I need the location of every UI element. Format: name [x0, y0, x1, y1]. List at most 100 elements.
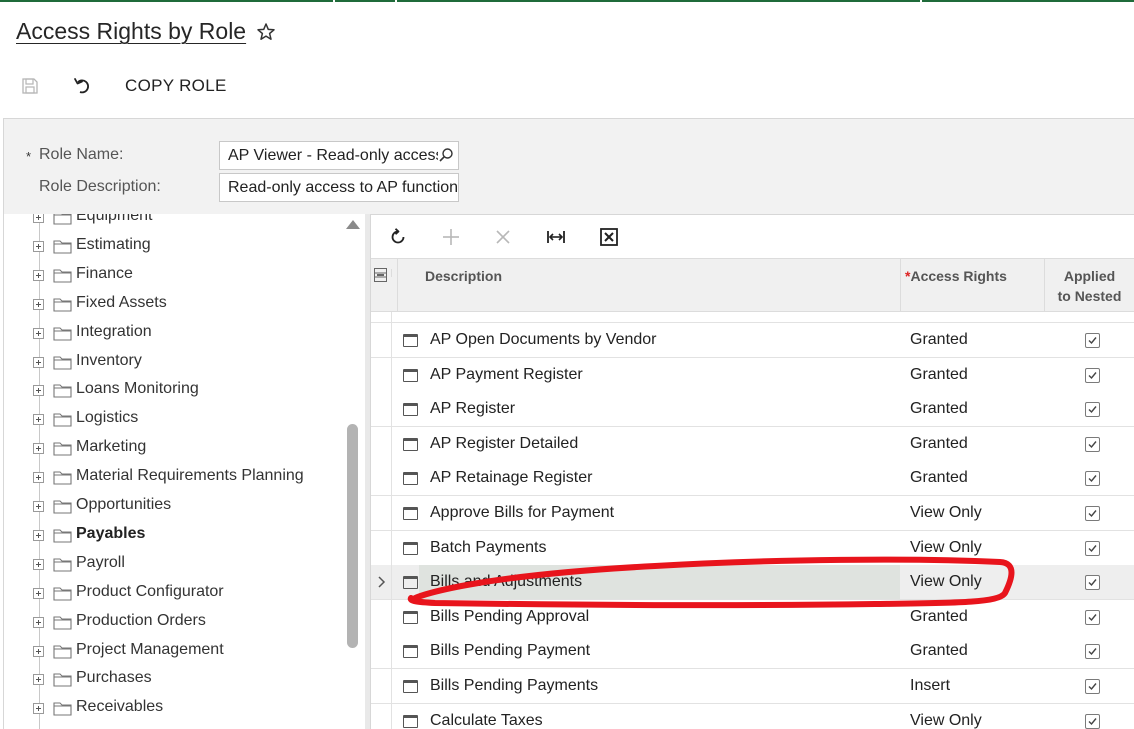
tree-item[interactable]: Project Management [4, 637, 344, 665]
star-icon[interactable] [256, 22, 276, 42]
tree-scrollbar-thumb[interactable] [347, 424, 358, 648]
description-cell[interactable]: Bills and Adjustments [419, 565, 900, 600]
expand-icon[interactable] [33, 472, 44, 484]
table-row[interactable]: AP Register Detailed Granted [371, 426, 1134, 462]
add-row-icon[interactable] [441, 227, 461, 247]
expand-icon[interactable] [33, 529, 44, 541]
access-rights-cell[interactable]: View Only [910, 573, 982, 591]
row-selector[interactable] [371, 565, 391, 599]
description-cell[interactable]: Calculate Taxes [419, 704, 900, 729]
applied-nested-checkbox[interactable] [1085, 609, 1100, 625]
expand-icon[interactable] [33, 240, 44, 252]
applied-nested-checkbox[interactable] [1085, 402, 1100, 418]
tree-item[interactable]: Finance [4, 261, 344, 289]
expand-icon[interactable] [33, 674, 44, 686]
access-rights-cell[interactable]: View Only [910, 504, 982, 522]
expand-icon[interactable] [33, 269, 44, 281]
tree-item[interactable]: Purchases [4, 665, 344, 693]
row-selector[interactable] [371, 704, 391, 729]
tree-item[interactable]: Marketing [4, 434, 344, 462]
expand-icon[interactable] [33, 298, 44, 310]
table-row[interactable]: Bills Pending Payment Granted [371, 634, 1134, 670]
description-cell[interactable]: Bills Pending Payment [419, 634, 900, 668]
table-row[interactable]: Approve Bills for Payment View Only [371, 496, 1134, 531]
expand-icon[interactable] [33, 327, 44, 339]
table-row[interactable]: Batch Payments View Only [371, 530, 1134, 566]
tree-item[interactable]: Production Orders [4, 608, 344, 636]
access-rights-cell[interactable]: Granted [910, 642, 968, 660]
access-rights-cell[interactable]: Granted [910, 331, 968, 349]
access-rights-cell[interactable]: Granted [910, 400, 968, 418]
table-row[interactable]: AP Register Granted [371, 392, 1134, 428]
save-icon[interactable] [20, 76, 40, 96]
scroll-up-arrow-icon[interactable] [346, 220, 360, 229]
description-cell[interactable]: AP Payment Register [419, 358, 900, 392]
access-rights-cell[interactable]: View Only [910, 712, 982, 729]
access-rights-cell[interactable]: Granted [910, 469, 968, 487]
expand-icon[interactable] [33, 703, 44, 715]
refresh-icon[interactable] [388, 227, 408, 247]
tree-item[interactable]: Payroll [4, 550, 344, 578]
table-row[interactable]: AP Open Documents by Vendor Granted [371, 323, 1134, 358]
description-cell[interactable]: Bills Pending Payments [419, 669, 900, 703]
tree-item[interactable]: Routes [4, 723, 344, 729]
applied-nested-checkbox[interactable] [1085, 436, 1100, 452]
tree-item[interactable]: Receivables [4, 694, 344, 722]
applied-nested-checkbox[interactable] [1085, 367, 1100, 383]
applied-nested-checkbox[interactable] [1085, 575, 1100, 591]
table-row[interactable]: Bills Pending Approval Granted [371, 599, 1134, 635]
table-row[interactable]: Bills Pending Payments Insert [371, 669, 1134, 704]
column-header-description[interactable]: Description [419, 259, 900, 313]
table-row[interactable]: AP Payment Register Granted [371, 357, 1134, 393]
description-cell[interactable]: Bills Pending Approval [419, 600, 900, 634]
column-header-applied-nested[interactable]: Applied to Nested [1044, 259, 1134, 313]
table-row[interactable]: AP Retainage Register Granted [371, 461, 1134, 497]
row-selector[interactable] [371, 358, 391, 392]
expand-icon[interactable] [33, 645, 44, 657]
description-cell[interactable]: AP Retainage Register [419, 461, 900, 495]
export-excel-icon[interactable] [599, 227, 619, 247]
tree-item[interactable]: Loans Monitoring [4, 376, 344, 404]
copy-role-button[interactable]: COPY ROLE [125, 76, 227, 96]
applied-nested-checkbox[interactable] [1085, 644, 1100, 660]
access-rights-cell[interactable]: Granted [910, 366, 968, 384]
applied-nested-checkbox[interactable] [1085, 471, 1100, 487]
tree-item[interactable]: Fixed Assets [4, 290, 344, 318]
tree-item[interactable]: Product Configurator [4, 579, 344, 607]
expand-icon[interactable] [33, 587, 44, 599]
row-selector[interactable] [371, 392, 391, 426]
tree-item[interactable]: Logistics [4, 405, 344, 433]
applied-nested-checkbox[interactable] [1085, 713, 1100, 729]
role-description-input[interactable]: Read-only access to AP functions [219, 173, 459, 202]
role-name-input[interactable]: AP Viewer - Read-only access [219, 141, 459, 170]
applied-nested-checkbox[interactable] [1085, 333, 1100, 348]
column-header-access-rights[interactable]: *Access Rights [905, 259, 1043, 313]
expand-icon[interactable] [33, 443, 44, 455]
row-selector[interactable] [371, 531, 391, 565]
undo-icon[interactable] [72, 76, 92, 96]
row-selector[interactable] [371, 496, 391, 530]
access-rights-cell[interactable]: Granted [910, 435, 968, 453]
tree-item[interactable]: Material Requirements Planning [4, 463, 344, 491]
expand-icon[interactable] [33, 385, 44, 397]
row-selector[interactable] [371, 634, 391, 668]
tree-item[interactable]: Equipment [4, 214, 344, 231]
table-row-partial[interactable] [371, 312, 1134, 323]
applied-nested-checkbox[interactable] [1085, 506, 1100, 521]
row-selector[interactable] [371, 669, 391, 703]
access-rights-cell[interactable]: Insert [910, 677, 950, 695]
tree-item[interactable]: Estimating [4, 232, 344, 260]
delete-row-icon[interactable] [493, 227, 513, 247]
description-cell[interactable]: AP Register [419, 392, 900, 426]
expand-icon[interactable] [33, 214, 44, 223]
row-selector[interactable] [371, 461, 391, 495]
search-icon[interactable] [438, 147, 454, 163]
fit-columns-icon[interactable] [546, 227, 566, 247]
expand-icon[interactable] [33, 414, 44, 426]
page-title[interactable]: Access Rights by Role [16, 18, 246, 45]
table-row-selected[interactable]: Bills and Adjustments View Only [371, 565, 1134, 601]
row-selector[interactable] [371, 323, 391, 357]
description-cell[interactable]: AP Register Detailed [419, 427, 900, 461]
tree-item[interactable]: Payables [4, 521, 344, 549]
row-selector[interactable] [371, 427, 391, 461]
